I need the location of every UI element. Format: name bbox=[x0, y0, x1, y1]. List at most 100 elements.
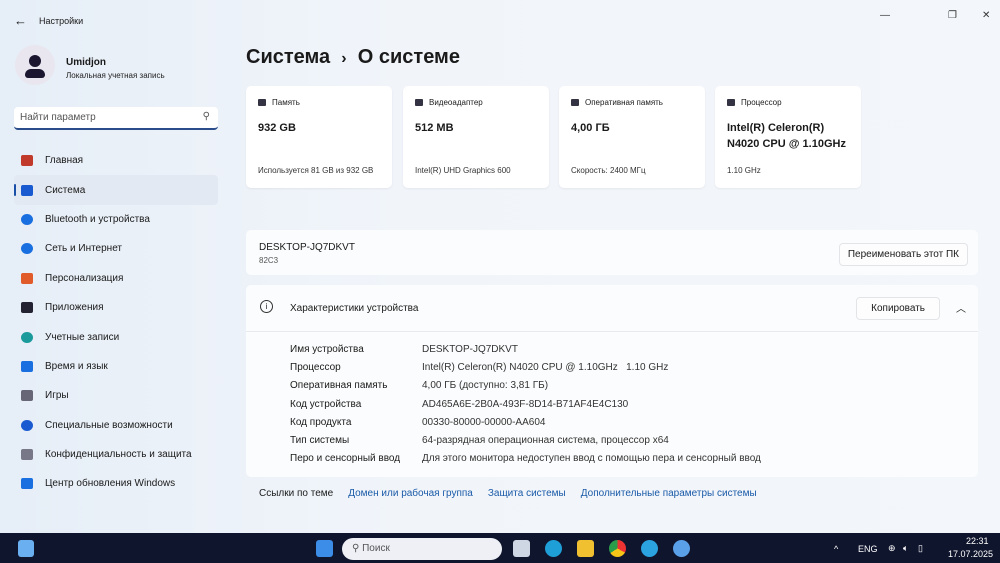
spec-row: Имя устройства DESKTOP-JQ7DKVT bbox=[290, 340, 761, 358]
tray-chevron-icon[interactable]: ^ bbox=[834, 544, 838, 554]
shield-icon bbox=[20, 448, 34, 462]
task-view-icon[interactable] bbox=[513, 540, 530, 557]
brush-icon bbox=[20, 271, 34, 285]
spec-row: Перо и сенсорный ввод Для этого монитора … bbox=[290, 450, 761, 468]
taskbar-search-placeholder: Поиск bbox=[362, 543, 390, 554]
card-title: Оперативная память bbox=[585, 98, 663, 107]
spec-key: Код устройства bbox=[290, 398, 362, 410]
sidebar-item-label: Конфиденциальность и защита bbox=[45, 449, 192, 461]
card-icon bbox=[727, 99, 735, 106]
info-icon: i bbox=[260, 300, 273, 313]
spec-row: Оперативная память 4,00 ГБ (доступно: 3,8… bbox=[290, 377, 761, 395]
sidebar-item-4[interactable]: Персонализация bbox=[14, 264, 218, 293]
clock-date[interactable]: 17.07.2025 bbox=[948, 549, 993, 559]
chevron-up-icon[interactable]: ︿ bbox=[956, 300, 966, 315]
volume-icon[interactable]: 🔈︎ bbox=[903, 543, 908, 554]
device-model: 82C3 bbox=[259, 256, 279, 265]
card-subtext: Intel(R) UHD Graphics 600 bbox=[415, 166, 511, 175]
related-links-label: Ссылки по теме bbox=[259, 488, 334, 499]
sidebar-item-3[interactable]: Сеть и Интернет bbox=[14, 234, 218, 263]
file-explorer-icon[interactable] bbox=[577, 540, 594, 557]
copy-button[interactable]: Копировать bbox=[856, 297, 940, 320]
device-name: DESKTOP-JQ7DKVT bbox=[259, 242, 355, 253]
clock-time[interactable]: 22:31 bbox=[966, 536, 989, 546]
related-links: Ссылки по теме Домен или рабочая группа … bbox=[259, 488, 757, 499]
spec-key: Процессор bbox=[290, 361, 341, 373]
card-icon bbox=[415, 99, 423, 106]
link-system-protection[interactable]: Защита системы bbox=[488, 488, 566, 499]
chrome-icon[interactable] bbox=[609, 540, 626, 557]
sidebar-item-2[interactable]: Bluetooth и устройства bbox=[14, 205, 218, 234]
sidebar-item-label: Bluetooth и устройства bbox=[45, 213, 150, 225]
spec-card: Память 932 GB Используется 81 GB из 932 GB bbox=[246, 86, 392, 188]
spec-card: Процессор Intel(R) Celeron(R) N4020 CPU @… bbox=[715, 86, 861, 188]
language-indicator[interactable]: ENG bbox=[858, 544, 878, 554]
sidebar-item-10[interactable]: Конфиденциальность и защита bbox=[14, 440, 218, 469]
sidebar-item-11[interactable]: Центр обновления Windows bbox=[14, 469, 218, 498]
spec-row: Тип системы 64-разрядная операционная сис… bbox=[290, 431, 761, 449]
spec-key: Имя устройства bbox=[290, 343, 364, 355]
sidebar-item-7[interactable]: Время и язык bbox=[14, 352, 218, 381]
breadcrumb-current: О системе bbox=[357, 46, 460, 68]
spec-key: Оперативная память bbox=[290, 380, 388, 392]
spec-row: Код устройства AD465A6E-2B0A-493F-8D14-B7… bbox=[290, 395, 761, 413]
sidebar-item-label: Главная bbox=[45, 155, 84, 167]
sidebar-item-0[interactable]: Главная bbox=[14, 146, 218, 175]
card-subtext: Скорость: 2400 МГц bbox=[571, 166, 646, 175]
close-button[interactable]: ✕ bbox=[982, 10, 990, 21]
widgets-icon[interactable] bbox=[18, 540, 34, 557]
sidebar-item-label: Учетные записи bbox=[45, 331, 120, 343]
search-input[interactable]: Найти параметр ⚲ bbox=[14, 107, 218, 130]
sidebar-item-6[interactable]: Учетные записи bbox=[14, 322, 218, 351]
gamepad-icon bbox=[20, 389, 34, 403]
battery-icon[interactable]: ▯ bbox=[918, 543, 923, 554]
edge-icon[interactable] bbox=[545, 540, 562, 557]
sidebar-item-label: Система bbox=[45, 184, 86, 196]
sidebar-item-9[interactable]: Специальные возможности bbox=[14, 411, 218, 440]
card-value: Intel(R) Celeron(R) N4020 CPU @ 1.10GHz bbox=[727, 122, 846, 150]
specs-title: Характеристики устройства bbox=[290, 303, 419, 314]
maximize-button[interactable]: ❐ bbox=[948, 10, 957, 21]
spec-value: AD465A6E-2B0A-493F-8D14-B71AF4E4C130 bbox=[422, 398, 629, 410]
spec-value: Intel(R) Celeron(R) N4020 CPU @ 1.10GHz … bbox=[422, 361, 669, 373]
specs-list: Имя устройства DESKTOP-JQ7DKVT Процессор In… bbox=[290, 340, 761, 468]
start-button[interactable] bbox=[316, 540, 333, 557]
network-globe-icon[interactable]: ⊕ bbox=[888, 543, 896, 554]
rename-pc-button[interactable]: Переименовать этот ПК bbox=[838, 243, 968, 266]
page-title: Система › О системе bbox=[246, 46, 460, 69]
telegram-icon[interactable] bbox=[641, 540, 658, 557]
card-icon bbox=[571, 99, 579, 106]
card-subtext: 1.10 GHz bbox=[727, 166, 761, 175]
breadcrumb-parent[interactable]: Система bbox=[246, 46, 330, 68]
sidebar-item-label: Игры bbox=[45, 390, 69, 402]
bluetooth-icon bbox=[20, 212, 34, 226]
taskbar-search[interactable]: ⚲ Поиск bbox=[342, 538, 502, 560]
card-value: 512 MB bbox=[415, 122, 454, 134]
spec-row: Код продукта 00330-80000-00000-AA604 bbox=[290, 413, 761, 431]
link-domain-workgroup[interactable]: Домен или рабочая группа bbox=[348, 488, 473, 499]
sidebar-item-label: Центр обновления Windows bbox=[45, 478, 176, 490]
card-subtext: Используется 81 GB из 932 GB bbox=[258, 166, 374, 175]
avatar[interactable] bbox=[15, 45, 55, 85]
sidebar-item-label: Специальные возможности bbox=[45, 419, 173, 431]
app-title: Настройки bbox=[39, 16, 84, 26]
wifi-icon bbox=[20, 242, 34, 256]
minimize-button[interactable]: — bbox=[880, 10, 890, 21]
search-icon: ⚲ bbox=[202, 111, 210, 122]
card-title: Процессор bbox=[741, 98, 782, 107]
sidebar-item-label: Время и язык bbox=[45, 360, 108, 372]
clock-globe-icon bbox=[20, 359, 34, 373]
breadcrumb-separator: › bbox=[341, 50, 347, 67]
sidebar-item-1[interactable]: Система bbox=[14, 175, 218, 205]
card-value: 932 GB bbox=[258, 122, 296, 134]
link-advanced-system-settings[interactable]: Дополнительные параметры системы bbox=[581, 488, 757, 499]
sidebar-item-8[interactable]: Игры bbox=[14, 381, 218, 410]
back-button[interactable]: ← bbox=[14, 13, 27, 28]
spec-value: 64-разрядная операционная система, проце… bbox=[422, 435, 669, 447]
sidebar-item-5[interactable]: Приложения bbox=[14, 293, 218, 322]
search-placeholder: Найти параметр bbox=[20, 112, 96, 123]
spec-card: Оперативная память 4,00 ГБ Скорость: 2400 … bbox=[559, 86, 705, 188]
settings-gear-icon[interactable] bbox=[673, 540, 690, 557]
device-name-panel: DESKTOP-JQ7DKVT 82C3 Переименовать этот … bbox=[246, 230, 978, 275]
spec-value: DESKTOP-JQ7DKVT bbox=[422, 343, 518, 355]
